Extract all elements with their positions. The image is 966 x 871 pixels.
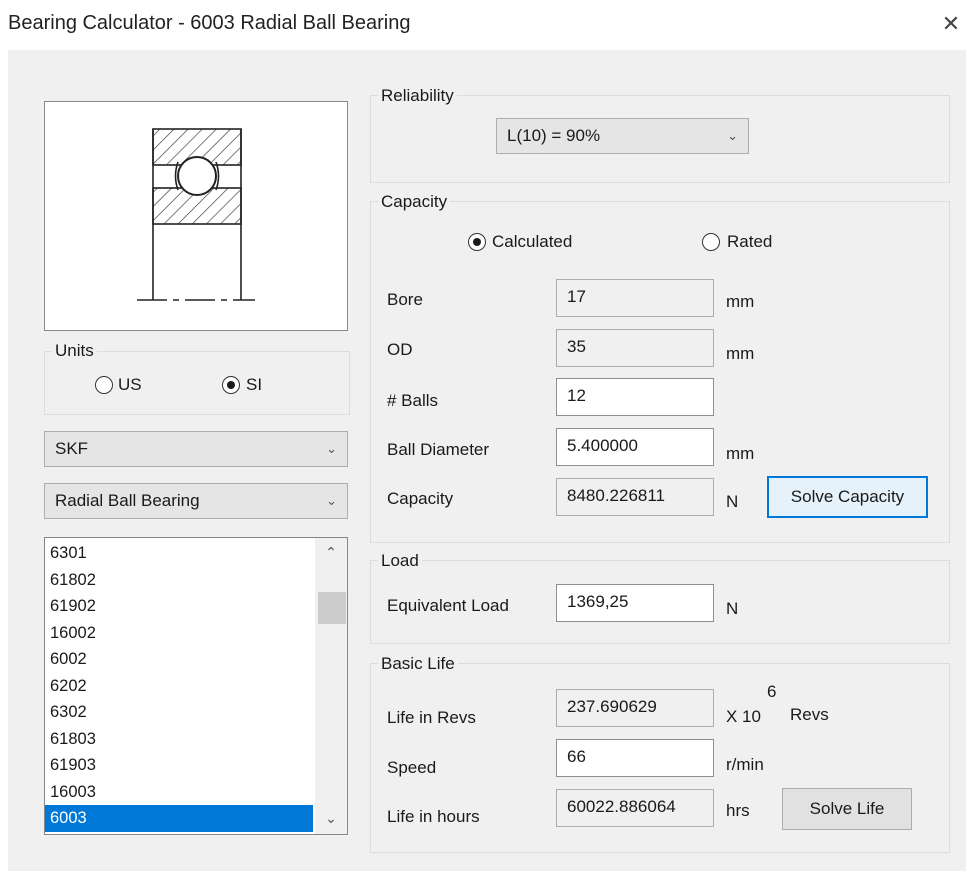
list-item[interactable]: 6301 bbox=[45, 540, 313, 567]
ball-diameter-unit: mm bbox=[726, 444, 755, 463]
solve-capacity-button[interactable]: Solve Capacity bbox=[767, 476, 928, 518]
list-item[interactable]: 61803 bbox=[45, 726, 313, 753]
ball-diameter-label: Ball Diameter bbox=[387, 440, 490, 459]
chevron-up-icon[interactable]: ⌃ bbox=[315, 538, 347, 566]
od-label: OD bbox=[387, 340, 413, 359]
equivalent-load-unit: N bbox=[726, 599, 739, 618]
window-title: Bearing Calculator - 6003 Radial Ball Be… bbox=[8, 12, 411, 34]
bore-label: Bore bbox=[387, 290, 423, 309]
reliability-dropdown[interactable]: L(10) = 90% ⌄ bbox=[496, 118, 749, 154]
life-revs-unit-exponent: 6 bbox=[767, 682, 777, 701]
ball-diameter-field[interactable]: 5.400000 bbox=[556, 428, 714, 466]
capacity-calculated-label[interactable]: Calculated bbox=[492, 232, 572, 252]
bore-field[interactable]: 17 bbox=[556, 279, 714, 317]
scrollbar-thumb[interactable] bbox=[318, 592, 346, 624]
solve-life-button[interactable]: Solve Life bbox=[782, 788, 912, 830]
list-item[interactable]: 6002 bbox=[45, 646, 313, 673]
capacity-calculated-radio[interactable] bbox=[468, 233, 486, 251]
list-item[interactable]: 6202 bbox=[45, 673, 313, 700]
speed-unit: r/min bbox=[726, 755, 764, 774]
chevron-down-icon[interactable]: ⌄ bbox=[315, 804, 347, 832]
list-item[interactable]: 61902 bbox=[45, 593, 313, 620]
close-button[interactable]: ✕ bbox=[938, 12, 964, 38]
bearing-cross-section-icon bbox=[137, 128, 255, 301]
list-item[interactable]: 61802 bbox=[45, 567, 313, 594]
list-item[interactable]: 16002 bbox=[45, 620, 313, 647]
list-item[interactable]: 16003 bbox=[45, 779, 313, 806]
capacity-legend: Capacity bbox=[378, 192, 451, 212]
life-revs-label: Life in Revs bbox=[387, 708, 476, 727]
od-field[interactable]: 35 bbox=[556, 329, 714, 367]
manufacturer-value: SKF bbox=[55, 439, 89, 458]
capacity-rated-label[interactable]: Rated bbox=[727, 232, 772, 252]
capacity-unit: N bbox=[726, 492, 739, 511]
reliability-value: L(10) = 90% bbox=[507, 126, 601, 145]
equivalent-load-label: Equivalent Load bbox=[387, 596, 509, 615]
capacity-label: Capacity bbox=[387, 489, 454, 508]
bore-unit: mm bbox=[726, 292, 755, 311]
units-us-radio[interactable] bbox=[95, 376, 113, 394]
chevron-down-icon: ⌄ bbox=[326, 441, 337, 456]
life-hours-unit: hrs bbox=[726, 801, 750, 820]
units-si-label[interactable]: SI bbox=[246, 375, 262, 395]
capacity-field[interactable]: 8480.226811 bbox=[556, 478, 714, 516]
units-us-label[interactable]: US bbox=[118, 375, 142, 395]
chevron-down-icon: ⌄ bbox=[326, 493, 337, 508]
manufacturer-dropdown[interactable]: SKF ⌄ bbox=[44, 431, 348, 467]
list-item[interactable]: 6302 bbox=[45, 699, 313, 726]
bearing-type-value: Radial Ball Bearing bbox=[55, 491, 200, 510]
balls-field[interactable]: 12 bbox=[556, 378, 714, 416]
load-legend: Load bbox=[378, 551, 422, 571]
chevron-down-icon: ⌄ bbox=[727, 128, 738, 143]
list-item[interactable]: 61903 bbox=[45, 752, 313, 779]
part-list-scrollbar[interactable]: ⌃ ⌄ bbox=[315, 538, 347, 834]
speed-label: Speed bbox=[387, 758, 437, 777]
bearing-picture-panel bbox=[44, 101, 348, 331]
close-icon: ✕ bbox=[941, 11, 961, 36]
bearing-type-dropdown[interactable]: Radial Ball Bearing ⌄ bbox=[44, 483, 348, 519]
units-legend: Units bbox=[52, 341, 97, 361]
life-hours-label: Life in hours bbox=[387, 807, 480, 826]
list-item-selected[interactable]: 6003 bbox=[45, 805, 313, 832]
reliability-legend: Reliability bbox=[378, 86, 457, 106]
life-revs-unit-prefix: X 10 bbox=[726, 707, 761, 726]
bearing-part-list[interactable]: 6301 61802 61902 16002 6002 6202 6302 61… bbox=[44, 537, 348, 835]
balls-label: # Balls bbox=[387, 391, 439, 410]
life-revs-field[interactable]: 237.690629 bbox=[556, 689, 714, 727]
basic-life-legend: Basic Life bbox=[378, 654, 458, 674]
capacity-rated-radio[interactable] bbox=[702, 233, 720, 251]
od-unit: mm bbox=[726, 344, 755, 363]
life-revs-unit-suffix: Revs bbox=[790, 705, 829, 724]
equivalent-load-field[interactable]: 1369,25 bbox=[556, 584, 714, 622]
units-si-radio[interactable] bbox=[222, 376, 240, 394]
speed-field[interactable]: 66 bbox=[556, 739, 714, 777]
life-hours-field[interactable]: 60022.886064 bbox=[556, 789, 714, 827]
